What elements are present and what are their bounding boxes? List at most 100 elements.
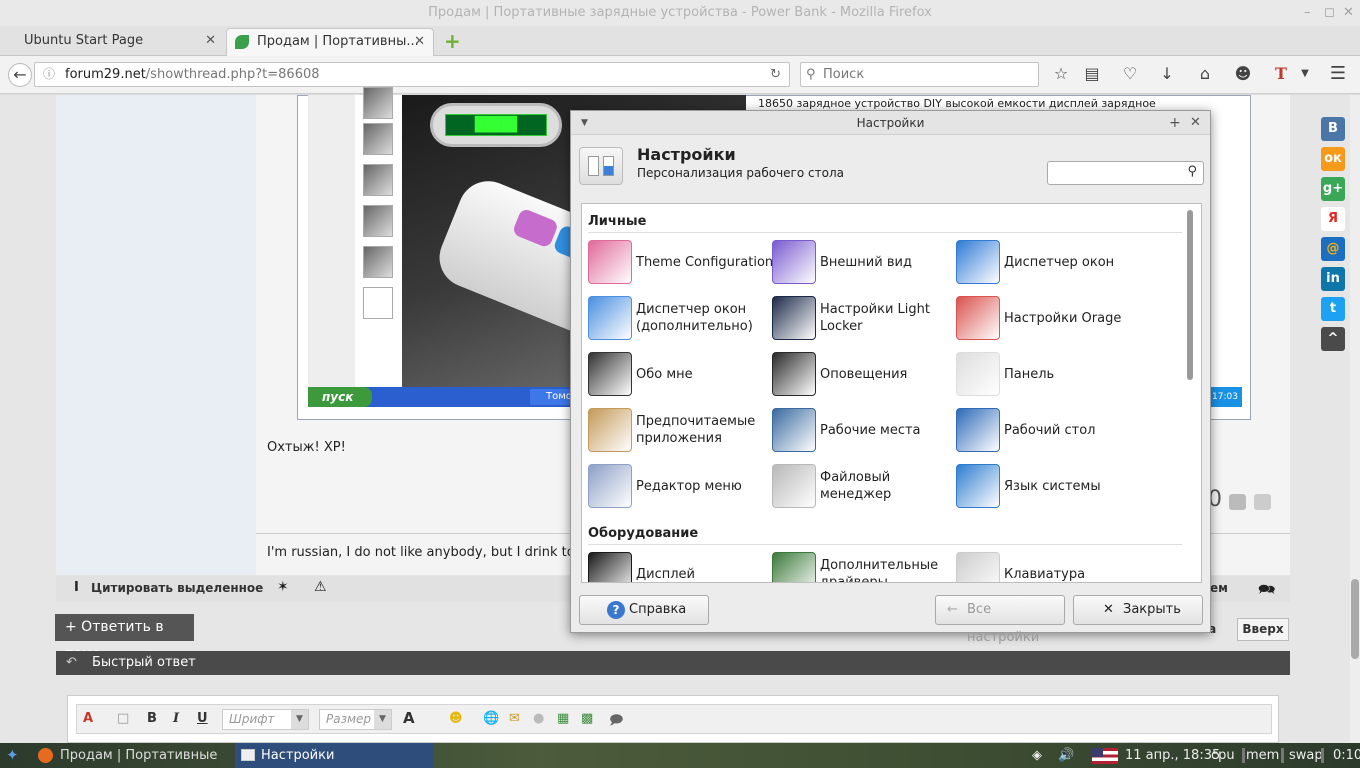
- settings-item[interactable]: Редактор меню: [588, 462, 772, 510]
- video-icon[interactable]: ▩: [581, 711, 593, 726]
- settings-item[interactable]: Предпочитаемые приложения: [588, 406, 772, 454]
- close-tab-icon[interactable]: ✕: [205, 28, 216, 54]
- minimize-icon[interactable]: –: [1304, 0, 1311, 26]
- paste-icon[interactable]: □: [117, 711, 129, 726]
- scrollbar-thumb[interactable]: [1187, 210, 1193, 380]
- font-select[interactable]: Шрифт ▼: [222, 709, 309, 730]
- email-icon[interactable]: ✉: [509, 711, 520, 726]
- pocket-icon[interactable]: ♡: [1119, 65, 1141, 83]
- window-menu-icon[interactable]: ▼: [581, 111, 588, 135]
- image-icon[interactable]: ▦: [557, 711, 569, 726]
- linkedin-share-icon[interactable]: in: [1321, 267, 1345, 291]
- link-icon[interactable]: 🌐: [483, 711, 499, 726]
- page-scrollbar[interactable]: [1350, 95, 1360, 743]
- downloads-icon[interactable]: ↓: [1156, 65, 1178, 83]
- reload-icon[interactable]: ↻: [770, 63, 781, 86]
- settings-item-label: Theme Configuration: [636, 254, 774, 270]
- hello-chat-icon[interactable]: ☻: [1232, 65, 1254, 83]
- text-color-button[interactable]: A: [403, 709, 415, 727]
- tab-ubuntu-start[interactable]: Ubuntu Start Page ✕: [14, 28, 224, 56]
- whisker-menu-icon[interactable]: ✦: [6, 743, 26, 768]
- settings-item[interactable]: Диспетчер окон: [956, 238, 1140, 286]
- search-icon: ⚲: [806, 67, 816, 82]
- italic-button[interactable]: I: [173, 711, 179, 726]
- twitter-share-icon[interactable]: t: [1321, 297, 1345, 321]
- all-settings-button[interactable]: ← Все настройки: [935, 595, 1065, 645]
- back-arrow-icon[interactable]: ←: [8, 63, 32, 87]
- settings-item-label: Настройки Light Locker: [820, 302, 930, 334]
- hamburger-menu-icon[interactable]: ☰: [1327, 65, 1349, 83]
- bookmark-star-icon[interactable]: ☆: [1050, 65, 1072, 83]
- settings-item[interactable]: Рабочие места: [772, 406, 956, 454]
- volume-icon[interactable]: 🔊: [1058, 743, 1074, 768]
- post-signature: I'm russian, I do not like anybody, but …: [267, 545, 575, 560]
- yandex-share-icon[interactable]: Я: [1321, 207, 1345, 231]
- settings-item[interactable]: Язык системы: [956, 462, 1140, 510]
- url-bar[interactable]: ⓘ forum29.net/showthread.php?t=86608 ↻: [34, 62, 790, 87]
- settings-item[interactable]: Файловый менеджер: [772, 462, 956, 510]
- page-scrollbar-thumb[interactable]: [1351, 579, 1359, 659]
- menu-editor-icon: [588, 464, 632, 508]
- maximize-icon[interactable]: +: [1169, 111, 1181, 135]
- maximize-icon[interactable]: ◻: [1324, 0, 1335, 26]
- help-button[interactable]: ? Справка: [579, 595, 709, 625]
- window-manager-icon: [956, 240, 1000, 284]
- translator-icon[interactable]: T: [1270, 65, 1292, 83]
- warning-icon[interactable]: ⚠: [314, 579, 327, 595]
- close-button[interactable]: ✕ Закрыть: [1073, 595, 1203, 625]
- info-icon[interactable]: ⓘ: [43, 63, 55, 86]
- settings-item[interactable]: Клавиатура: [956, 550, 1140, 582]
- settings-item[interactable]: Диспетчер окон (дополнительно): [588, 294, 772, 342]
- back-to-top-button[interactable]: Вверх: [1237, 618, 1289, 641]
- settings-search-input[interactable]: ⚲: [1047, 161, 1204, 185]
- settings-item[interactable]: Theme Configuration: [588, 238, 773, 286]
- wifi-icon[interactable]: ◈: [1032, 743, 1042, 768]
- close-icon[interactable]: ✕: [1190, 111, 1201, 135]
- settings-item[interactable]: Рабочий стол: [956, 406, 1140, 454]
- settings-item[interactable]: Обо мне: [588, 350, 772, 398]
- reply-in-thread-button[interactable]: + Ответить в теме: [55, 614, 194, 662]
- remove-format-icon[interactable]: A: [83, 711, 93, 726]
- tab-forum-post[interactable]: Продам | Портативны... ✕: [226, 28, 434, 56]
- unlink-icon[interactable]: ●: [533, 711, 544, 726]
- quick-reply-header[interactable]: ↶ Быстрый ответ: [56, 651, 1290, 675]
- keyboard-layout-flag-icon[interactable]: [1092, 748, 1118, 764]
- settings-item[interactable]: Дополнительные драйверы: [772, 550, 956, 582]
- collapse-arrow-icon[interactable]: ↶: [66, 651, 77, 675]
- more-share-icon[interactable]: ^: [1321, 327, 1345, 351]
- close-window-icon[interactable]: ✕: [1343, 0, 1354, 26]
- vk-share-icon[interactable]: В: [1321, 117, 1345, 141]
- search-input[interactable]: ⚲ Поиск: [800, 62, 1039, 87]
- settings-item[interactable]: Настройки Light Locker: [772, 294, 956, 342]
- bold-button[interactable]: B: [147, 711, 157, 726]
- settings-item[interactable]: Внешний вид: [772, 238, 956, 286]
- size-select[interactable]: Размер ▼: [319, 709, 392, 730]
- new-tab-plus-icon[interactable]: +: [444, 29, 461, 53]
- thumb-down-icon[interactable]: [1229, 494, 1246, 510]
- taskbar-task-firefox[interactable]: Продам | Портативные з...: [34, 743, 232, 768]
- settings-item[interactable]: Настройки Orage: [956, 294, 1140, 342]
- multiquote-link[interactable]: ем: [1210, 581, 1228, 595]
- odnoklassniki-share-icon[interactable]: ок: [1321, 147, 1345, 171]
- mailru-share-icon[interactable]: @: [1321, 237, 1345, 261]
- home-icon[interactable]: ⌂: [1194, 65, 1216, 83]
- underline-button[interactable]: U: [197, 711, 208, 726]
- star-icon[interactable]: ✶: [277, 579, 289, 595]
- settings-item[interactable]: Дисплей: [588, 550, 772, 582]
- google-plus-share-icon[interactable]: g+: [1321, 177, 1345, 201]
- settings-item[interactable]: Оповещения: [772, 350, 956, 398]
- thumb-up-icon[interactable]: [1254, 494, 1271, 510]
- close-tab-icon[interactable]: ✕: [414, 29, 425, 55]
- clock[interactable]: 11 апр., 18:35: [1125, 743, 1220, 768]
- reading-list-icon[interactable]: ▤: [1081, 65, 1103, 83]
- quote-selected-link[interactable]: Цитировать выделенное: [91, 581, 263, 595]
- dialog-titlebar[interactable]: ▼ Настройки + ✕: [571, 111, 1210, 135]
- taskbar-task-settings[interactable]: Настройки: [235, 743, 433, 768]
- settings-list-scrollbar[interactable]: [1184, 208, 1196, 578]
- chevron-down-icon[interactable]: ▼: [1294, 65, 1316, 83]
- product-title-text: 18650 зарядное устройство DIY высокой ем…: [758, 97, 1156, 110]
- smiley-icon[interactable]: ☻: [449, 711, 463, 726]
- quote-icon[interactable]: 🗩: [609, 711, 623, 733]
- reply-with-quote-icon[interactable]: 🗪: [1258, 579, 1275, 603]
- settings-item[interactable]: Панель: [956, 350, 1140, 398]
